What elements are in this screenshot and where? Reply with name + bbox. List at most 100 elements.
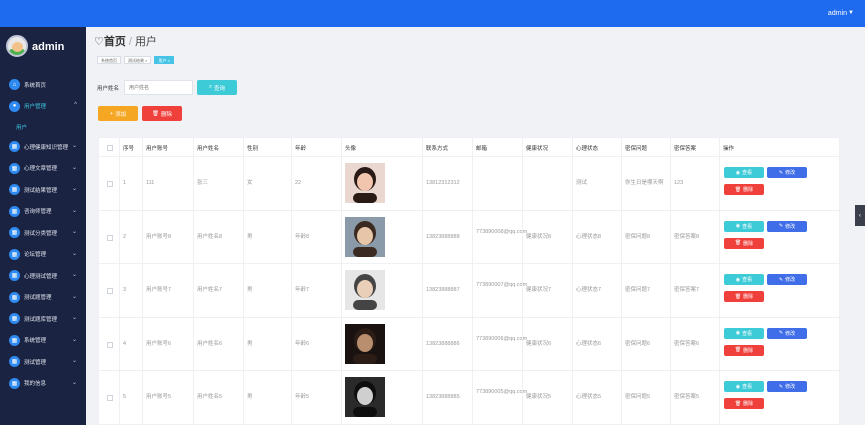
row-checkbox[interactable] <box>107 288 113 294</box>
sidebar-item[interactable]: ▦ 测试分类管理 ⌄ <box>0 222 86 244</box>
add-button[interactable]: + 添加 <box>98 106 138 121</box>
column-header: 心理状态 <box>576 146 599 152</box>
row-checkbox[interactable] <box>107 341 113 348</box>
cell-no: 1 <box>123 180 127 186</box>
sidebar-item[interactable]: ▦ 我的信息 ⌄ <box>0 373 86 395</box>
search-button[interactable]: ⌕ 查询 <box>197 80 237 95</box>
cell-mental: 心理状态7 <box>576 287 602 293</box>
row-checkbox[interactable] <box>107 234 113 241</box>
table-row: 2 用户账号8 用户姓名8 男 年龄8 13823888888 773890008@qq.c… <box>99 211 841 264</box>
user-table: 序号 用户账号 用户姓名 性别 年龄 头像 联系方式 邮箱 健康状况 心理状态 密保问题 密保答案 操作… <box>98 137 841 425</box>
eye-icon: ◉ <box>735 383 741 390</box>
cell-health: 健康状况5 <box>526 394 552 400</box>
view-button[interactable]: ◉ 查看 <box>724 381 764 392</box>
sidebar-brand: admin <box>32 41 65 53</box>
cell-gender: 男 <box>247 394 253 400</box>
breadcrumb-home[interactable]: 首页 <box>104 36 126 48</box>
row-checkbox[interactable] <box>107 395 113 401</box>
view-button[interactable]: ◉ 查看 <box>724 220 764 232</box>
edit-button[interactable]: ✎ 修改 <box>767 274 807 285</box>
cell-gender: 男 <box>247 233 253 240</box>
edit-button[interactable]: ✎ 修改 <box>767 220 807 232</box>
column-header: 用户账号 <box>146 146 169 152</box>
plus-icon: + <box>109 110 114 117</box>
trash-icon: 🗑 <box>734 400 742 407</box>
grid-icon: ▦ <box>9 205 20 217</box>
cell-health: 健康状况6 <box>526 340 552 347</box>
user-menu[interactable]: admin <box>828 10 847 17</box>
edit-icon: ✎ <box>778 223 784 229</box>
cell-phone: 13812312312 <box>426 180 460 186</box>
grid-icon: ▦ <box>9 356 20 368</box>
sidebar-item[interactable]: ▦ 心理测试管理 ⌄ <box>0 265 86 287</box>
sidebar-item[interactable]: ▦ 心理健康知识管理 ⌄ <box>0 136 86 158</box>
cell-phone: 13823888886 <box>426 340 460 347</box>
select-all-checkbox[interactable] <box>107 145 113 151</box>
delete-button[interactable]: 🗑 删除 <box>724 344 764 356</box>
row-checkbox[interactable] <box>107 181 113 187</box>
edit-icon: ✎ <box>778 276 784 283</box>
sidebar-item[interactable]: ▦ 测试题库管理 ⌄ <box>0 308 86 330</box>
chevron-down-icon: ⌄ <box>71 272 77 278</box>
breadcrumb-separator: / <box>128 36 132 48</box>
sidebar-item[interactable]: ● 用户管理 ^ <box>0 96 86 118</box>
cell-age: 年龄7 <box>295 287 310 293</box>
cell-email: 773890006@qq.com <box>476 335 528 342</box>
avatar-image <box>345 323 385 364</box>
cell-account: 用户账号6 <box>146 340 172 347</box>
column-header: 性别 <box>247 146 259 152</box>
trash-icon: 🗑 <box>734 240 742 246</box>
column-header: 用户姓名 <box>197 146 220 152</box>
sidebar-item[interactable]: ▦ 测试题管理 ⌄ <box>0 287 86 309</box>
sidebar-item[interactable]: ▦ 测试结果管理 ⌄ <box>0 179 86 201</box>
view-button[interactable]: ◉ 查看 <box>724 274 764 285</box>
tag-home[interactable]: 系统首页 <box>97 56 121 64</box>
delete-button[interactable]: 🗑 删除 <box>724 237 764 249</box>
sidebar-item[interactable]: 用户 <box>0 117 86 136</box>
cell-phone: 13823888888 <box>426 233 460 240</box>
cell-mental: 心理状态5 <box>576 394 602 400</box>
sidebar-item[interactable]: ⌂ 系统首页 <box>0 74 86 96</box>
sidebar-item[interactable]: ▦ 系统管理 ⌄ <box>0 330 86 352</box>
search-input[interactable] <box>124 80 193 95</box>
cell-health: 健康状况7 <box>526 287 552 293</box>
tag-test-result[interactable]: 测试结果 × <box>124 56 152 64</box>
cell-name: 用户姓名5 <box>197 394 223 400</box>
cell-question: 密保问题6 <box>625 340 651 347</box>
avatar <box>6 35 28 57</box>
tag-user[interactable]: 用户 × <box>154 56 174 64</box>
caret-down-icon[interactable]: ▼ <box>848 10 854 16</box>
sidebar-item[interactable]: ▦ 论坛管理 ⌄ <box>0 244 86 266</box>
cell-account: 用户账号5 <box>146 394 172 400</box>
edit-button[interactable]: ✎ 修改 <box>767 327 807 339</box>
grid-icon: ▦ <box>9 248 20 260</box>
edit-icon: ✎ <box>778 383 784 390</box>
column-header: 邮箱 <box>476 146 488 152</box>
sidebar-item-label: 心理文章管理 <box>24 166 58 173</box>
delete-button[interactable]: 🗑 删除 <box>724 291 764 302</box>
edit-button[interactable]: ✎ 修改 <box>767 381 807 392</box>
avatar-image <box>345 377 385 417</box>
chevron-down-icon: ⌄ <box>71 293 77 300</box>
batch-delete-button[interactable]: 🗑 删除 <box>142 106 182 121</box>
table-row: 3 用户账号7 用户姓名7 男 年龄7 13823888887 773890007@qq.c… <box>99 264 841 318</box>
delete-button[interactable]: 🗑 删除 <box>724 398 764 409</box>
sidebar-item[interactable]: ▦ 心理文章管理 ⌄ <box>0 158 86 180</box>
column-divider <box>243 138 244 425</box>
cell-mental: 测试 <box>576 180 588 186</box>
chevron-left-icon[interactable]: ‹ <box>855 205 865 226</box>
column-header: 密保答案 <box>674 146 697 152</box>
sidebar-item[interactable]: ▦ 咨询师管理 ⌄ <box>0 201 86 223</box>
view-button[interactable]: ◉ 查看 <box>724 167 764 178</box>
sidebar-item-label: 咨询师管理 <box>24 209 52 216</box>
delete-button[interactable]: 🗑 删除 <box>724 184 764 195</box>
sidebar-item-label: 用户 <box>16 124 28 131</box>
cell-no: 3 <box>123 287 127 293</box>
cell-phone: 13823888887 <box>426 287 460 293</box>
sidebar-item[interactable]: ▦ 测试管理 ⌄ <box>0 351 86 373</box>
chevron-down-icon: ⌄ <box>71 164 77 171</box>
view-button[interactable]: ◉ 查看 <box>724 327 764 339</box>
grid-icon: ▦ <box>9 334 20 346</box>
column-header: 联系方式 <box>426 146 449 152</box>
edit-button[interactable]: ✎ 修改 <box>767 167 807 178</box>
